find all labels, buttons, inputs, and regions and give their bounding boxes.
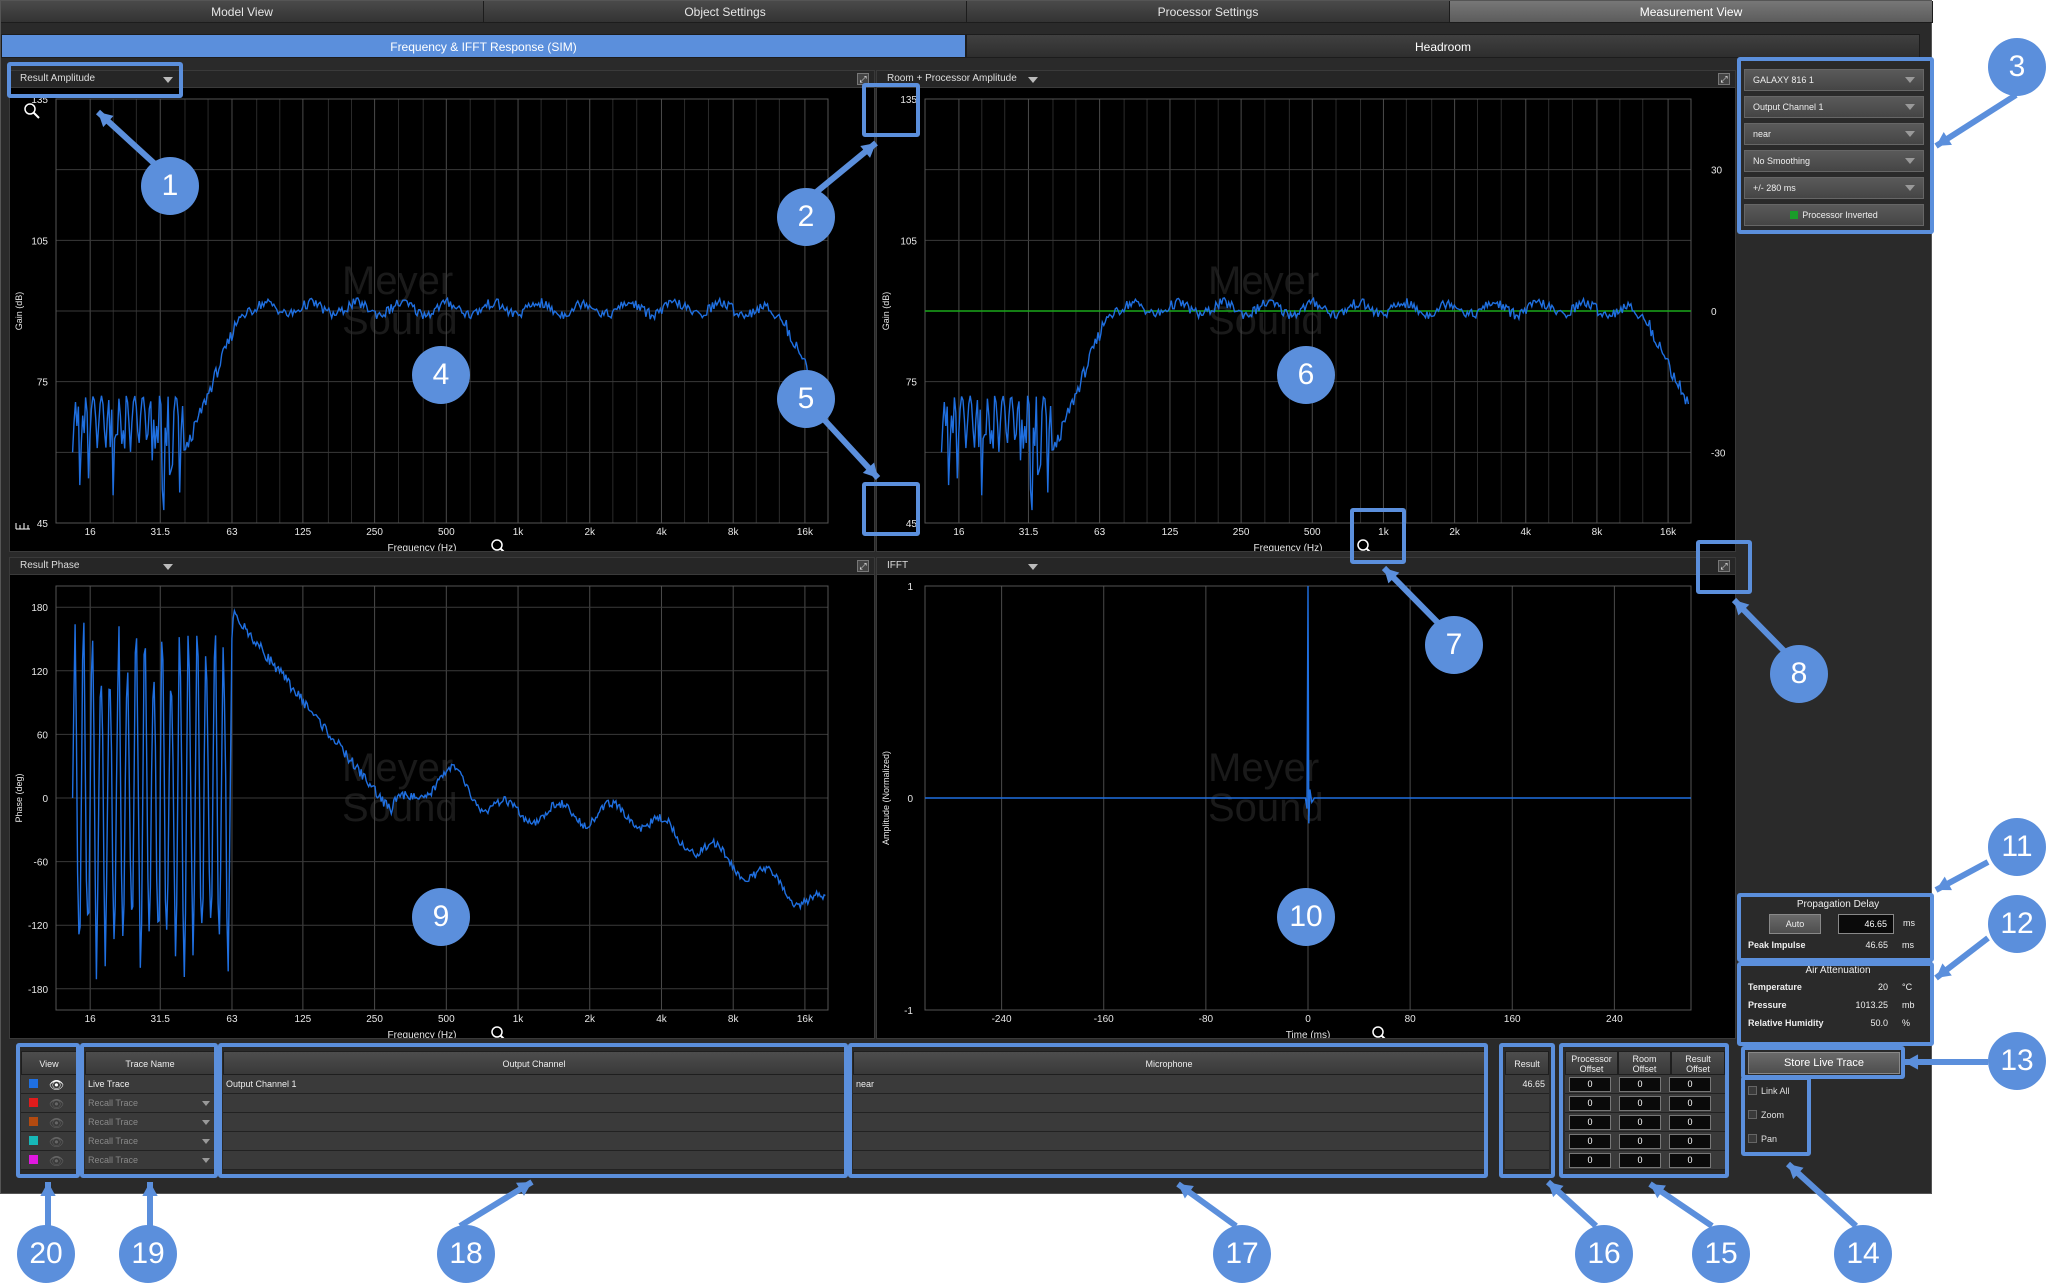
- callout-19: 19: [119, 1225, 177, 1283]
- callout-12: 12: [1988, 895, 2046, 953]
- callout-arrow: [1934, 92, 2018, 149]
- callout-15: 15: [1692, 1225, 1750, 1283]
- callout-10: 10: [1277, 888, 1335, 946]
- callout-13: 13: [1988, 1032, 2046, 1090]
- callout-3: 3: [1988, 38, 2046, 96]
- callout-9: 9: [412, 888, 470, 946]
- callout-17: 17: [1213, 1225, 1271, 1283]
- callout-7: 7: [1425, 616, 1483, 674]
- callout-2: 2: [777, 188, 835, 246]
- callout-11: 11: [1988, 818, 2046, 876]
- callout-6: 6: [1277, 346, 1335, 404]
- arrow-head-icon: [142, 1182, 158, 1197]
- annotation-arrows: [40, 92, 2018, 1229]
- callout-14: 14: [1834, 1225, 1892, 1283]
- arrow-head-icon: [40, 1182, 56, 1197]
- callout-4: 4: [412, 346, 470, 404]
- arrow-head-icon: [1904, 1054, 1919, 1070]
- callout-16: 16: [1575, 1225, 1633, 1283]
- callout-5: 5: [777, 370, 835, 428]
- callout-20: 20: [17, 1225, 75, 1283]
- callout-1: 1: [141, 157, 199, 215]
- callout-8: 8: [1770, 645, 1828, 703]
- callout-18: 18: [437, 1225, 495, 1283]
